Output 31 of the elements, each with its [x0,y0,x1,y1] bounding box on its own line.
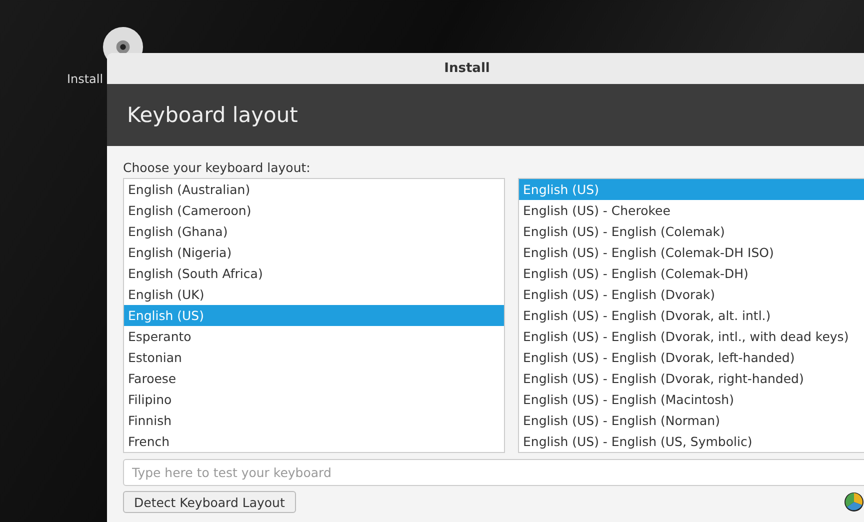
layout-item[interactable]: English (Ghana) [124,221,504,242]
variant-item[interactable]: English (US) - English (Dvorak) [519,284,864,305]
variant-item[interactable]: English (US) - English (Dvorak, right-handed) [519,368,864,389]
layout-item[interactable]: English (Nigeria) [124,242,504,263]
prompt-label: Choose your keyboard layout: [123,160,312,175]
variant-item[interactable]: English (US) - English (Dvorak, left-handed) [519,347,864,368]
window-title: Install [444,61,490,76]
layout-item[interactable]: English (Australian) [124,179,504,200]
layout-item[interactable]: Finnish [124,410,504,431]
variant-item[interactable]: English (US) - English (Colemak) [519,221,864,242]
variant-item[interactable]: English (US) - English (Dvorak, intl., with dead keys) [519,326,864,347]
page-title: Keyboard layout [127,103,298,127]
variant-item[interactable]: English (US) - English (Colemak-DH ISO) [519,242,864,263]
variant-item[interactable]: English (US) - English (Dvorak, alt. intl.) [519,305,864,326]
layout-item[interactable]: Faroese [124,368,504,389]
layout-item[interactable]: Filipino [124,389,504,410]
variant-item[interactable]: English (US) - English (US, Symbolic) [519,431,864,452]
accessibility-icon[interactable] [844,492,864,512]
layout-item[interactable]: English (Cameroon) [124,200,504,221]
desktop-icon-label: Install [66,72,104,86]
variant-item[interactable]: English (US) - English (Colemak-DH) [519,263,864,284]
test-input-field[interactable]: Type here to test your keyboard [123,459,864,486]
variant-item[interactable]: English (US) - English (Norman) [519,410,864,431]
layout-item[interactable]: French [124,431,504,452]
detect-layout-button[interactable]: Detect Keyboard Layout [123,491,296,513]
layout-item[interactable]: English (South Africa) [124,263,504,284]
layout-item[interactable]: Esperanto [124,326,504,347]
layout-item[interactable]: English (UK) [124,284,504,305]
layout-item[interactable]: Estonian [124,347,504,368]
variant-item[interactable]: English (US) - Cherokee [519,200,864,221]
variant-item[interactable]: English (US) - English (Macintosh) [519,389,864,410]
